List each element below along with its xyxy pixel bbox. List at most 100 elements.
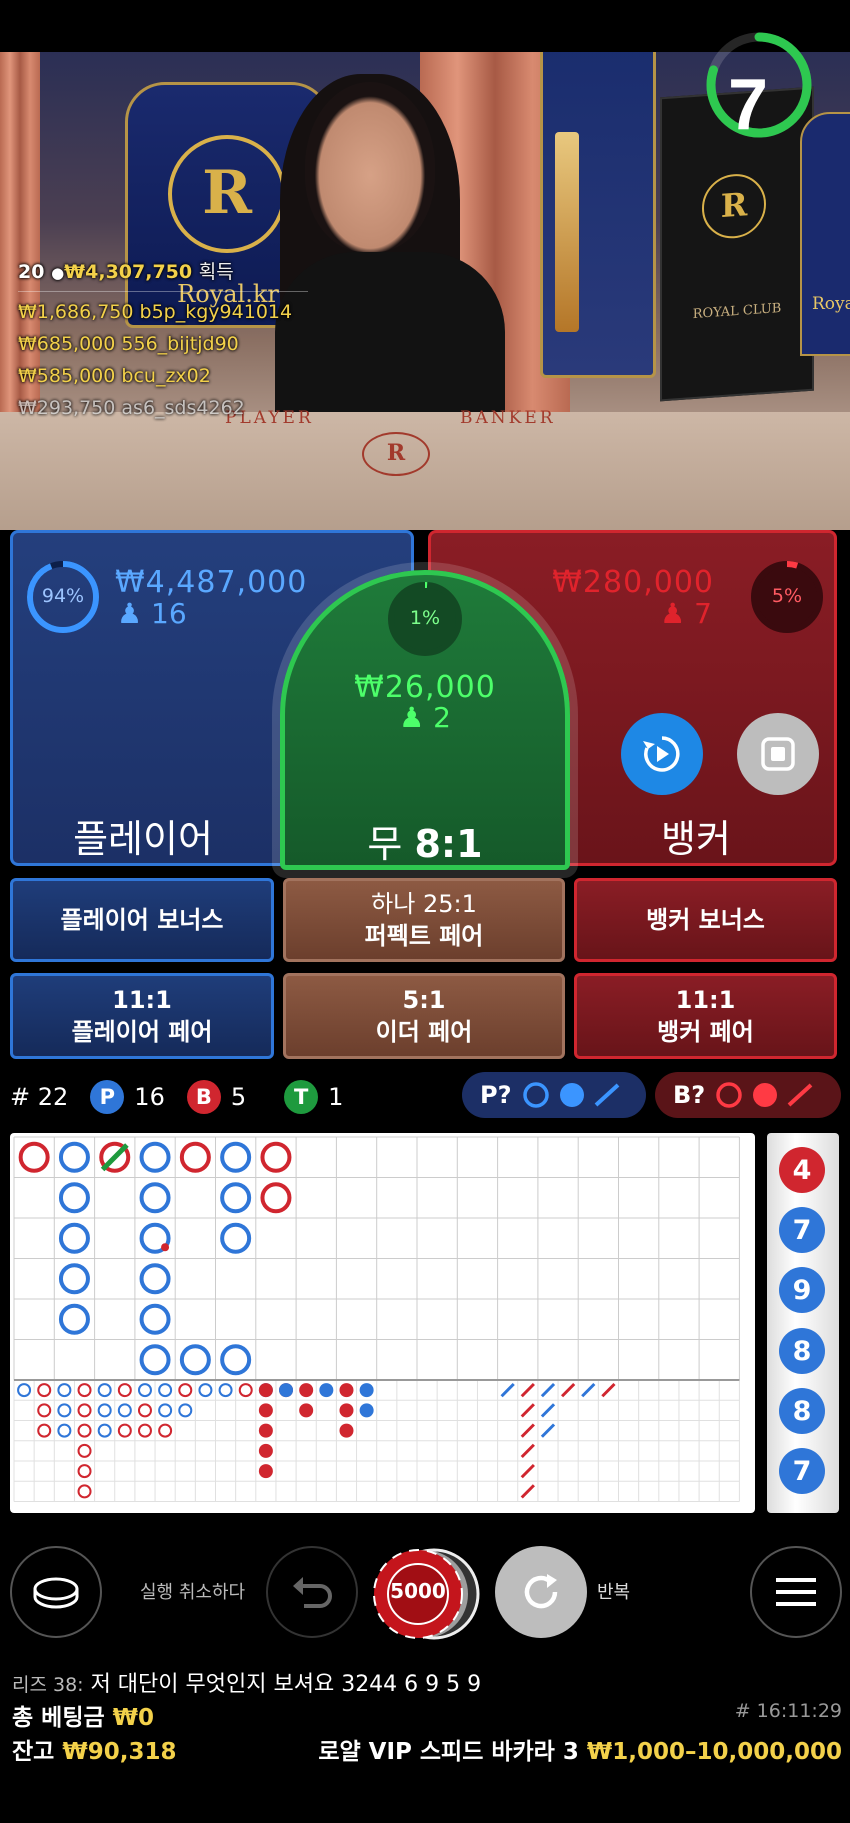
user-icon: ♟ (660, 597, 686, 630)
chat-message: 리즈 38: 저 대단이 무엇인지 보셔요 3244 6 9 5 9 (12, 1666, 481, 1698)
tie-count: 1 (328, 1083, 344, 1111)
banker-total-amount: ₩280,000 (552, 565, 714, 600)
cockroach-road-mark (520, 1423, 535, 1438)
player-total-amount: ₩4,487,000 (115, 565, 308, 600)
bead-road-mark (339, 1423, 354, 1438)
small-road-mark (137, 1423, 152, 1438)
big-road-mark (139, 1303, 171, 1335)
menu-button[interactable] (750, 1546, 842, 1638)
table-banker-text: BANKER (460, 408, 556, 428)
baccarat-table (0, 412, 850, 530)
bead-road-mark (279, 1383, 294, 1398)
cockroach-road-mark (520, 1403, 535, 1418)
cockroach-road-mark (520, 1484, 535, 1499)
perfect-pair-button[interactable]: 하나 25:1 퍼펙트 페어 (283, 878, 565, 962)
banker-pair-button[interactable]: 11:1 뱅커 페어 (574, 973, 837, 1059)
winner-row: ₩585,000 bcu_zx02 (18, 365, 211, 387)
big-road-mark (220, 1344, 252, 1376)
player-label: 플레이어 (73, 817, 213, 861)
user-icon: ● (51, 264, 65, 282)
tie-total-amount: ₩26,000 (354, 670, 496, 705)
either-pair-button[interactable]: 5:1 이더 페어 (283, 973, 565, 1059)
player-badge: P (90, 1080, 125, 1114)
big-road-mark (58, 1182, 90, 1214)
round-number: 22 (37, 1083, 69, 1111)
cockroach-road-mark (500, 1382, 515, 1398)
bead-road-mark (258, 1464, 273, 1479)
small-road-mark (97, 1383, 112, 1398)
round-stats: # 22 P 16 B5 T1 (10, 1080, 343, 1114)
repeat-button[interactable] (495, 1546, 587, 1638)
cockroach-road-mark (560, 1382, 576, 1398)
banker-badge: B (186, 1080, 221, 1114)
big-road-mark (179, 1344, 211, 1376)
undo-icon (293, 1577, 332, 1608)
royal-crest-logo: R (168, 135, 286, 253)
winner-row: ₩293,750 as6_sds4262 (18, 397, 245, 419)
small-road-mark (137, 1403, 152, 1418)
road-ball: 7 (779, 1207, 825, 1253)
small-road-mark (37, 1383, 52, 1398)
small-road-mark (57, 1403, 72, 1418)
big-road-mark (58, 1141, 90, 1173)
big-road-mark (58, 1303, 90, 1335)
big-road-mark (58, 1222, 90, 1254)
cockroach-road-mark (601, 1382, 616, 1398)
small-road-mark (178, 1403, 193, 1418)
countdown-timer: 7 (727, 65, 769, 145)
big-road-mark (139, 1344, 171, 1376)
big-road-mark (139, 1182, 171, 1214)
small-road-mark (77, 1484, 92, 1499)
chip-stack-button[interactable] (10, 1546, 102, 1638)
small-road-mark (137, 1383, 152, 1398)
tie-badge: T (284, 1080, 319, 1114)
pair-dot-mark (161, 1243, 170, 1252)
undo-button[interactable] (266, 1546, 358, 1638)
player-percent: 94% (41, 585, 85, 607)
big-road-mark (220, 1141, 252, 1173)
bead-road-mark (319, 1383, 334, 1398)
hamburger-icon (776, 1578, 816, 1606)
bead-road-mark (339, 1383, 354, 1398)
tie-odds: 8:1 (414, 822, 483, 866)
small-road-mark (117, 1403, 132, 1418)
cockroach-road-mark (540, 1403, 556, 1418)
road-ball: 8 (779, 1328, 825, 1374)
tie-bet-area[interactable]: 1% ₩26,000 ♟ 2 무 8:1 (280, 570, 570, 870)
banker-bonus-button[interactable]: 뱅커 보너스 (574, 878, 837, 962)
player-predict-button[interactable]: P? (462, 1072, 646, 1118)
small-road-mark (77, 1464, 92, 1479)
table-limits: ₩1,000–10,000,000 (586, 1739, 842, 1765)
player-bonus-button[interactable]: 플레이어 보너스 (10, 878, 274, 962)
table-info: 로얄 VIP 스피드 바카라 3 ₩1,000–10,000,000 (318, 1732, 842, 1766)
bead-road-mark (258, 1403, 273, 1418)
small-road-mark (117, 1423, 132, 1438)
autoplay-button[interactable] (621, 713, 703, 795)
bead-road-mark (258, 1383, 273, 1398)
small-road-mark (77, 1443, 92, 1458)
chip-value: 5000 (390, 1579, 446, 1603)
player-pair-button[interactable]: 11:1 플레이어 페어 (10, 973, 274, 1059)
banker-percent: 5% (771, 585, 803, 607)
banker-win-count: 5 (230, 1083, 247, 1111)
banker-predict-button[interactable]: B? (655, 1072, 841, 1118)
bead-road-mark (339, 1403, 354, 1418)
bead-road-mark (299, 1403, 314, 1418)
player-predict-icons (522, 1082, 619, 1108)
user-icon: ♟ (117, 597, 143, 630)
tie-label: 무 (367, 822, 403, 866)
undo-label: 실행 취소하다 (140, 1582, 246, 1603)
small-road-mark (77, 1403, 92, 1418)
cockroach-road-mark (520, 1443, 535, 1459)
bead-road-mark (299, 1383, 314, 1398)
stop-icon (761, 737, 795, 771)
banker-bettor-count: 7 (694, 597, 712, 630)
road-grid (13, 1136, 740, 1502)
small-road-mark (17, 1383, 32, 1398)
small-road-mark (178, 1383, 193, 1398)
scoreboard-roadmap[interactable] (10, 1133, 755, 1513)
stop-button[interactable] (737, 713, 819, 795)
small-road-mark (57, 1383, 72, 1398)
card-count-road: 4 7 9 8 8 7 (767, 1133, 839, 1513)
replay-icon (643, 736, 680, 772)
